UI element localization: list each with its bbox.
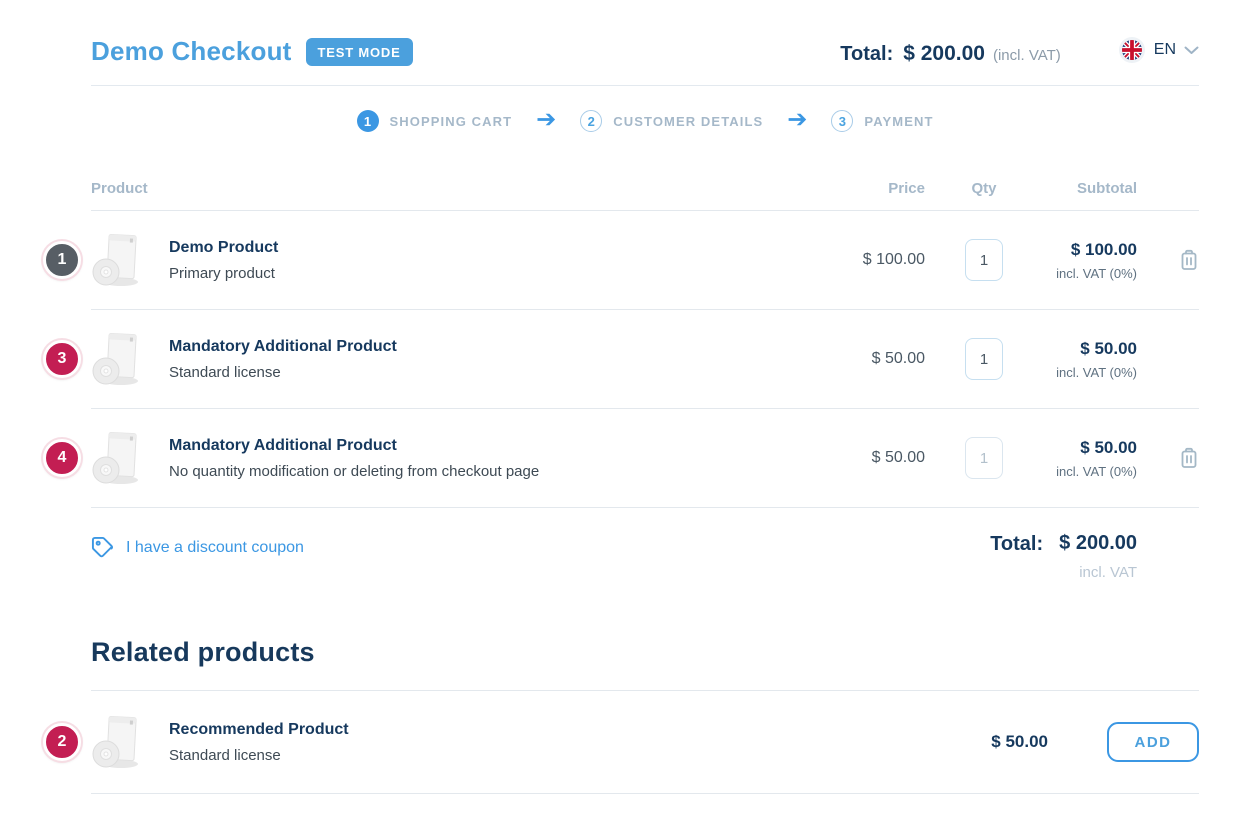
step-shopping-cart: 1 SHOPPING CART (357, 110, 513, 132)
cart-row: 3 Mandatory (91, 310, 1199, 409)
vat-note: incl. VAT (0%) (1056, 464, 1137, 479)
arrow-right-icon: ➔ (787, 108, 807, 135)
product-price: $ 50.00 (872, 449, 925, 467)
checkout-page: Demo Checkout TEST MODE Total: $ 200.00 … (0, 0, 1241, 828)
uk-flag-icon (1119, 37, 1145, 63)
annotation-badge-4: 4 (43, 439, 81, 477)
related-product-row: 2 Recommend (91, 690, 1199, 794)
product-description: No quantity modification or deleting fro… (169, 463, 539, 480)
discount-coupon-link[interactable]: I have a discount coupon (91, 536, 304, 559)
product-name: Demo Product (169, 239, 278, 257)
product-description: Standard license (169, 364, 397, 381)
annotation-badge-2: 2 (43, 723, 81, 761)
remove-item-button[interactable] (1179, 249, 1199, 271)
column-price: Price (888, 180, 925, 197)
product-description: Standard license (169, 747, 349, 764)
quantity-input[interactable] (965, 239, 1003, 281)
step-number: 1 (357, 110, 379, 132)
step-customer-details: 2 CUSTOMER DETAILS (580, 110, 763, 132)
totals-label: Total: (990, 533, 1043, 581)
product-name: Mandatory Additional Product (169, 338, 397, 356)
step-label: SHOPPING CART (390, 114, 513, 129)
column-subtotal: Subtotal (1077, 180, 1137, 197)
product-image (91, 232, 143, 288)
test-mode-badge: TEST MODE (306, 38, 413, 66)
step-label: CUSTOMER DETAILS (613, 114, 763, 129)
step-number: 3 (831, 110, 853, 132)
product-price: $ 50.00 (991, 732, 1048, 752)
step-number: 2 (580, 110, 602, 132)
header: Demo Checkout TEST MODE Total: $ 200.00 … (91, 0, 1199, 86)
product-subtotal: $ 50.00 (1080, 339, 1137, 359)
quantity-input-disabled (965, 437, 1003, 479)
column-qty: Qty (971, 180, 996, 197)
step-payment: 3 PAYMENT (831, 110, 933, 132)
cart-table-header: Product Price Qty Subtotal (91, 180, 1199, 211)
product-image (91, 430, 143, 486)
annotation-badge-3: 3 (43, 340, 81, 378)
product-price: $ 100.00 (863, 251, 925, 269)
header-total-label: Total: (840, 43, 893, 66)
cart-totals: Total: $ 200.00 incl. VAT (990, 532, 1199, 581)
totals-amount: $ 200.00 (1059, 532, 1137, 555)
chevron-down-icon (1184, 46, 1199, 55)
cart-row: 1 Demo Prod (91, 211, 1199, 310)
product-image (91, 331, 143, 387)
checkout-steps: 1 SHOPPING CART ➔ 2 CUSTOMER DETAILS ➔ 3… (91, 108, 1199, 134)
vat-note: incl. VAT (0%) (1056, 266, 1137, 281)
coupon-label: I have a discount coupon (126, 539, 304, 557)
product-subtotal: $ 100.00 (1071, 240, 1137, 260)
product-name: Mandatory Additional Product (169, 437, 539, 455)
column-product: Product (91, 180, 148, 197)
product-image (91, 714, 143, 770)
product-name: Recommended Product (169, 721, 349, 739)
step-label: PAYMENT (864, 114, 933, 129)
add-product-button[interactable]: ADD (1107, 722, 1199, 762)
header-total-note: (incl. VAT) (993, 47, 1061, 64)
cart-summary: I have a discount coupon Total: $ 200.00… (91, 532, 1199, 581)
vat-note: incl. VAT (0%) (1056, 365, 1137, 380)
cart-row: 4 Mandatory (91, 409, 1199, 508)
product-subtotal: $ 50.00 (1080, 438, 1137, 458)
product-description: Primary product (169, 265, 278, 282)
language-selector[interactable]: EN (1119, 37, 1199, 63)
arrow-right-icon: ➔ (536, 108, 556, 135)
trash-icon (1179, 259, 1199, 274)
totals-vat-note: incl. VAT (1079, 564, 1137, 581)
tag-icon (91, 536, 114, 559)
remove-item-button[interactable] (1179, 447, 1199, 469)
quantity-input[interactable] (965, 338, 1003, 380)
trash-icon (1179, 457, 1199, 472)
annotation-badge-1: 1 (43, 241, 81, 279)
header-total-amount: $ 200.00 (903, 42, 985, 66)
language-code: EN (1154, 41, 1176, 59)
page-title: Demo Checkout (91, 36, 292, 67)
related-products-heading: Related products (91, 637, 1199, 668)
product-price: $ 50.00 (872, 350, 925, 368)
